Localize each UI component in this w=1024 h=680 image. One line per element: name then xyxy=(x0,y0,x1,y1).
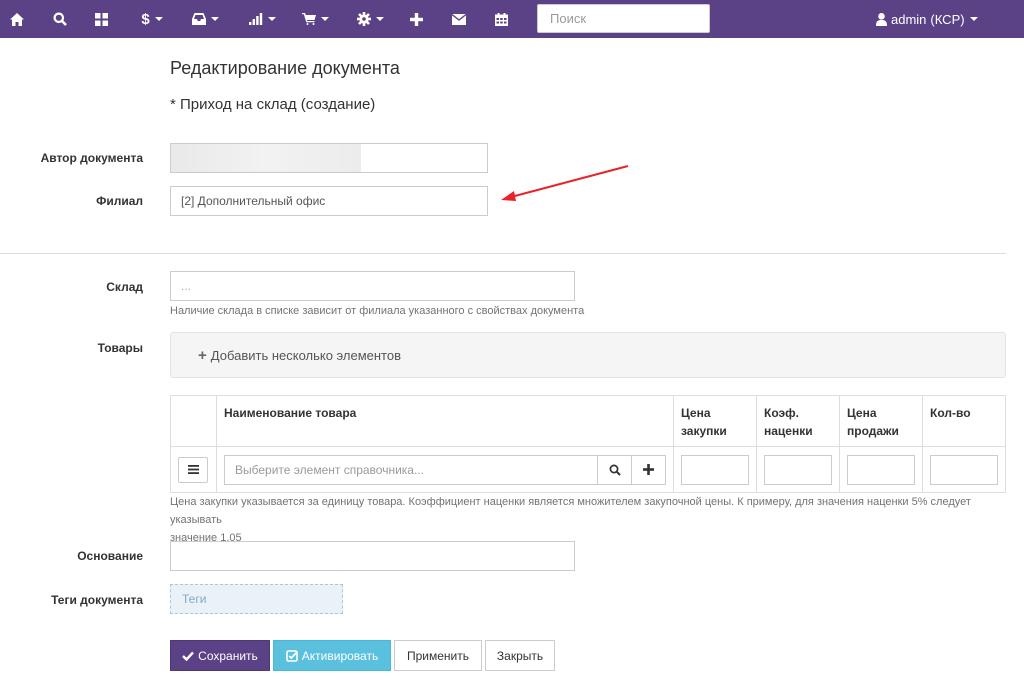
branch-label: Филиал xyxy=(96,194,143,208)
user-menu[interactable]: admin (КСР) xyxy=(876,0,978,38)
save-button-label: Сохранить xyxy=(198,648,258,663)
chevron-down-icon xyxy=(375,17,384,21)
author-label: Автор документа xyxy=(40,151,143,165)
purchase-price-cell xyxy=(673,446,757,493)
top-navbar: $ admin (КСР) xyxy=(0,0,1024,38)
search-input[interactable] xyxy=(537,4,710,33)
user-role: (КСР) xyxy=(930,11,965,27)
markup-cell xyxy=(756,446,840,493)
gear-icon xyxy=(356,12,371,26)
close-button[interactable]: Закрыть xyxy=(485,640,555,671)
plus-icon: + xyxy=(198,347,207,364)
dollar-menu[interactable]: $ xyxy=(135,0,169,38)
column-purchase-price-line2: закупки xyxy=(681,424,727,438)
column-handle xyxy=(170,395,217,447)
add-several-button[interactable]: + Добавить несколько элементов xyxy=(198,347,401,364)
add-several-label: Добавить несколько элементов xyxy=(210,348,402,363)
dashboard-icon[interactable] xyxy=(90,0,112,38)
product-search-button[interactable] xyxy=(598,454,632,485)
plus-icon[interactable] xyxy=(405,0,427,38)
warehouse-hint: Наличие склада в списке зависит от филиа… xyxy=(170,305,585,317)
stats-menu[interactable] xyxy=(245,0,279,38)
column-purchase-price-line1: Цена xyxy=(681,406,711,420)
home-icon[interactable] xyxy=(6,0,28,38)
column-markup-line1: Коэф. xyxy=(764,406,799,420)
product-select-input[interactable] xyxy=(224,454,598,485)
markup-input[interactable] xyxy=(764,454,832,485)
search-icon[interactable] xyxy=(49,0,71,38)
price-hint: Цена закупки указывается за единицу това… xyxy=(170,493,1006,547)
basis-field[interactable] xyxy=(170,541,575,571)
column-qty: Кол-во xyxy=(922,395,1006,447)
column-sale-price: Цена продажи xyxy=(839,395,923,447)
activate-button[interactable]: Активировать xyxy=(273,640,391,671)
basis-label: Основание xyxy=(77,549,143,563)
branch-field[interactable] xyxy=(170,186,488,216)
plus-icon xyxy=(643,464,654,475)
row-menu-button[interactable] xyxy=(178,456,208,483)
table-header-row: Наименование товара Цена закупки Коэф. н… xyxy=(170,395,1006,447)
column-markup-line2: наценки xyxy=(764,424,813,438)
add-several-panel: + Добавить несколько элементов xyxy=(170,332,1006,378)
list-icon xyxy=(187,465,199,474)
chevron-down-icon xyxy=(154,17,163,21)
document-type-subtitle: * Приход на склад (создание) xyxy=(170,96,376,113)
apply-button[interactable]: Применить xyxy=(394,640,482,671)
check-icon xyxy=(182,651,195,661)
table-row xyxy=(170,446,1006,493)
activate-button-label: Активировать xyxy=(301,648,379,663)
product-select-group xyxy=(224,454,666,485)
inbox-icon xyxy=(191,13,206,25)
page-title: Редактирование документа xyxy=(170,58,400,78)
cart-menu[interactable] xyxy=(298,0,332,38)
goods-table: Наименование товара Цена закупки Коэф. н… xyxy=(170,395,1006,493)
product-select-cell xyxy=(216,446,674,493)
column-purchase-price: Цена закупки xyxy=(673,395,757,447)
goods-label: Товары xyxy=(97,341,143,355)
inbox-menu[interactable] xyxy=(188,0,222,38)
save-button[interactable]: Сохранить xyxy=(170,640,270,671)
column-name: Наименование товара xyxy=(216,395,674,447)
annotation-arrow xyxy=(501,165,629,201)
stats-icon xyxy=(248,13,262,25)
envelope-icon[interactable] xyxy=(448,0,470,38)
chevron-down-icon xyxy=(320,17,329,21)
section-divider xyxy=(0,253,1006,254)
sale-price-input[interactable] xyxy=(847,454,915,485)
cart-icon xyxy=(301,13,316,25)
column-sale-price-line1: Цена xyxy=(847,406,877,420)
chevron-down-icon xyxy=(969,17,978,21)
user-name: admin xyxy=(891,11,927,27)
check-square-icon xyxy=(285,649,298,662)
author-value-blurred xyxy=(171,144,361,172)
column-sale-price-line2: продажи xyxy=(847,424,899,438)
user-icon xyxy=(876,12,887,26)
calendar-icon[interactable] xyxy=(490,0,512,38)
settings-menu[interactable] xyxy=(353,0,387,38)
tags-input[interactable]: Теги xyxy=(170,584,343,614)
column-markup: Коэф. наценки xyxy=(756,395,840,447)
tags-label: Теги документа xyxy=(51,593,143,607)
dollar-icon: $ xyxy=(141,10,150,28)
price-hint-line1: Цена закупки указывается за единицу това… xyxy=(170,496,971,526)
row-handle-cell xyxy=(170,446,217,493)
purchase-price-input[interactable] xyxy=(681,454,749,485)
product-add-button[interactable] xyxy=(632,454,666,485)
qty-cell xyxy=(922,446,1006,493)
chevron-down-icon xyxy=(267,17,276,21)
warehouse-field[interactable] xyxy=(170,271,575,301)
chevron-down-icon xyxy=(210,17,219,21)
search-icon xyxy=(609,464,621,476)
qty-input[interactable] xyxy=(930,454,998,485)
sale-price-cell xyxy=(839,446,923,493)
warehouse-label: Склад xyxy=(106,280,143,294)
